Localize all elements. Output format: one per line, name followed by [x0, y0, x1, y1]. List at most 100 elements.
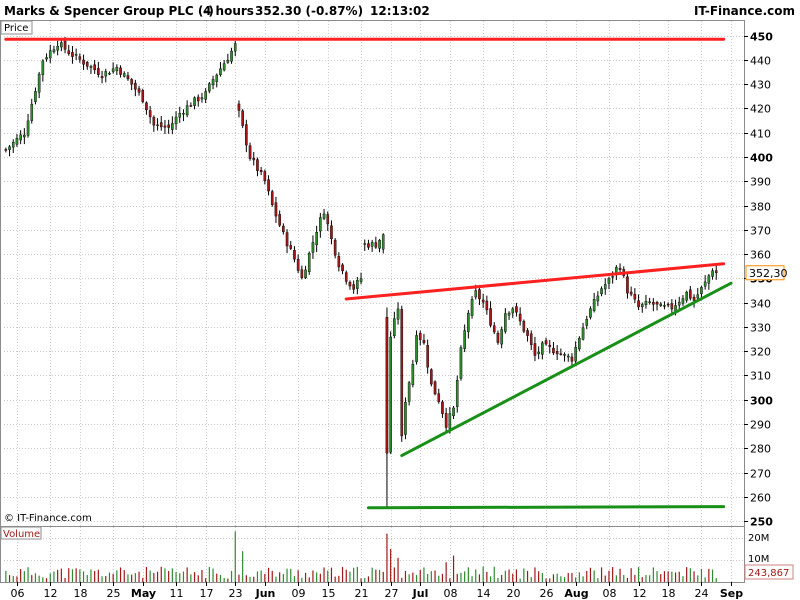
candle-body [352, 284, 355, 290]
candle-body [652, 301, 655, 305]
candle-body [19, 134, 22, 141]
candle-body [256, 159, 259, 171]
candle-body [137, 88, 141, 93]
candle-body [381, 234, 385, 250]
brand-label: IT-Finance.com [694, 4, 795, 18]
candle-body [311, 242, 315, 253]
candle-body [130, 79, 133, 85]
candle-body [337, 256, 341, 268]
candle-body [570, 356, 574, 362]
candle-body [707, 275, 711, 284]
candle-body [452, 407, 455, 417]
candle-body [37, 73, 41, 93]
candle-body [152, 117, 156, 126]
candle-body [296, 258, 300, 271]
price-axis-label: 300 [750, 395, 773, 408]
candle-body [677, 301, 681, 306]
candle-body [496, 333, 500, 343]
candle-body [211, 79, 215, 86]
candle-body [60, 42, 63, 48]
candle-body [41, 60, 45, 75]
last-price-label: 352,30 [749, 267, 788, 280]
price-axis-label: 440 [750, 55, 771, 68]
candle-body [474, 290, 478, 298]
x-axis-label: Aug [564, 587, 588, 600]
x-axis-label: 27 [385, 587, 399, 600]
price-axis-label: 390 [750, 176, 771, 189]
clock-label: 12:13:02 [370, 4, 430, 18]
support-trend-line [366, 505, 726, 510]
candle-body [285, 232, 289, 247]
candle-body [326, 214, 330, 225]
candle-body [63, 40, 67, 50]
candle-body [122, 73, 126, 77]
candle-body [56, 45, 59, 51]
candle-body [289, 245, 293, 249]
candle-body [141, 90, 145, 102]
volume-axis-10m: 10M [748, 554, 769, 565]
volume-panel-label: Volume [3, 529, 40, 540]
candle-body [537, 351, 540, 354]
candle-body [270, 191, 274, 205]
candle-body [607, 278, 611, 284]
candle-body [544, 340, 548, 345]
candle-body [396, 308, 400, 320]
price-axis-label: 250 [750, 516, 773, 529]
candle-body [52, 49, 56, 53]
price-axis-label: 380 [750, 201, 771, 214]
candle-body [711, 270, 714, 277]
candle-body [97, 68, 100, 75]
candle-body [148, 110, 152, 118]
candle-body [463, 330, 466, 349]
candle-body [178, 113, 182, 118]
candle-body [633, 293, 637, 300]
candle-body [222, 63, 226, 71]
candle-body [626, 276, 629, 294]
candle-body [171, 123, 174, 130]
timeframe-label: 4 hours [203, 4, 254, 18]
candle-body [307, 253, 311, 273]
candle-body [504, 313, 507, 332]
candle-body [71, 52, 74, 57]
candle-body [145, 102, 148, 111]
candle-body [204, 91, 207, 100]
candle-body [637, 300, 640, 308]
candle-body [11, 142, 15, 148]
candle-body [259, 169, 263, 173]
candle-body [700, 287, 703, 295]
candle-body [389, 336, 392, 453]
candle-body [341, 264, 344, 272]
candle-body [15, 138, 19, 145]
candle-body [34, 91, 37, 102]
candle-body [26, 120, 30, 136]
candle-body [274, 202, 278, 217]
candle-body [448, 413, 452, 429]
candle-body [248, 145, 252, 159]
candle-body [100, 76, 104, 79]
candle-body [589, 308, 592, 318]
candle-body [370, 242, 374, 247]
candle-body [603, 284, 607, 290]
x-axis-label: 12 [633, 587, 647, 600]
candle-body [156, 124, 159, 127]
candle-body [134, 82, 137, 90]
candle-body [470, 299, 474, 316]
candle-body [393, 318, 396, 336]
candle-body [185, 105, 189, 116]
price-axis-label: 270 [750, 468, 771, 481]
candle-body [93, 64, 96, 71]
candle-body [374, 242, 378, 248]
candle-body [500, 329, 503, 345]
candle-body [507, 312, 511, 316]
candle-body [574, 346, 577, 362]
candle-body [415, 335, 418, 363]
candle-body [282, 225, 285, 233]
candle-body [655, 302, 659, 305]
x-axis-label: 18 [74, 587, 88, 600]
candle-body [159, 122, 163, 128]
candle-body [541, 342, 544, 355]
candle-body [489, 308, 492, 326]
quote-label: 352.30 (-0.87%) [255, 4, 363, 18]
last-price-tag: 352,30 [745, 265, 788, 281]
candle-body [363, 243, 367, 245]
